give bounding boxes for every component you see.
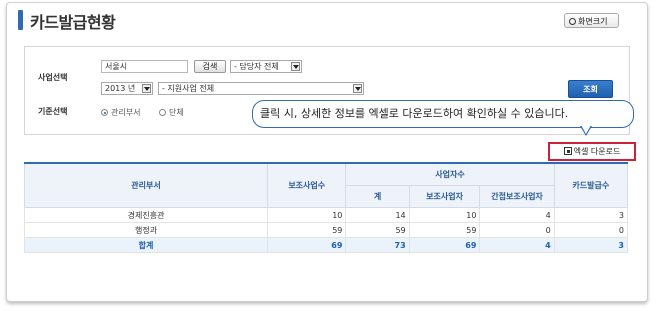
cell-indirect-operators: 0 xyxy=(479,222,555,238)
radio-group-label: 단체 xyxy=(169,108,184,117)
card-issuance-table: 관리부서 보조사업수 사업자수 카드발급수 계 보조사업자 간접보조사업자 경제… xyxy=(23,162,629,253)
table-total-row: 합계 69 73 69 4 3 xyxy=(23,237,629,253)
program-select-value: - 지원사업 전체 xyxy=(162,84,215,93)
cell-subsidy-operators: 10 xyxy=(408,207,481,223)
tooltip-tail-inner xyxy=(581,125,591,134)
business-select-label: 사업선택 xyxy=(38,73,68,82)
col-total: 계 xyxy=(345,185,410,208)
radio-dept[interactable]: 관리부서 xyxy=(101,107,140,118)
cell-total: 14 xyxy=(345,207,410,223)
table-row: 경제진흥관 10 14 10 4 3 xyxy=(23,207,629,223)
search-button[interactable]: 조회 xyxy=(568,80,613,98)
zoom-button[interactable]: 화면크기 xyxy=(564,13,619,28)
cell-dept: 경제진흥관 xyxy=(23,207,269,223)
col-dept: 관리부서 xyxy=(23,162,269,208)
col-operators: 사업자수 xyxy=(345,162,555,186)
zoom-button-label: 화면크기 xyxy=(578,17,608,26)
cell-subsidy-operators: 59 xyxy=(408,222,481,238)
cell-total: 73 xyxy=(345,237,410,253)
cell-subsidy-projects: 59 xyxy=(267,222,347,238)
cell-subsidy-operators: 69 xyxy=(408,237,481,253)
tooltip-text: 클릭 시, 상세한 정보를 엑셀로 다운로드하여 확인하실 수 있습니다. xyxy=(260,107,569,120)
page-title: 카드발급현황 xyxy=(30,13,116,32)
region-input[interactable]: 서울시 xyxy=(101,60,188,73)
excel-tooltip: 클릭 시, 상세한 정보를 엑셀로 다운로드하여 확인하실 수 있습니다. xyxy=(252,100,634,128)
cell-cards-issued: 3 xyxy=(553,207,629,223)
cell-indirect-operators: 4 xyxy=(479,207,555,223)
col-indirect-operators: 간접보조사업자 xyxy=(479,185,555,208)
chevron-down-icon xyxy=(291,62,300,71)
excel-icon xyxy=(563,147,572,155)
criteria-select-label: 기준선택 xyxy=(38,107,68,116)
cell-subsidy-projects: 69 xyxy=(267,237,347,253)
year-select-value: 2013 년 xyxy=(105,84,136,93)
cell-indirect-operators: 4 xyxy=(479,237,555,253)
cell-dept: 행정과 xyxy=(23,222,269,238)
col-cards-issued: 카드발급수 xyxy=(553,162,629,208)
excel-download-button[interactable]: 엑셀 다운로드 xyxy=(548,142,636,161)
col-subsidy-operators: 보조사업자 xyxy=(408,185,481,208)
program-select[interactable]: - 지원사업 전체 xyxy=(158,82,364,95)
col-subsidy-projects: 보조사업수 xyxy=(267,162,347,208)
radio-group[interactable]: 단체 xyxy=(159,107,184,118)
manager-select[interactable]: - 담당자 전체 xyxy=(230,60,302,73)
cell-cards-issued: 0 xyxy=(553,222,629,238)
manager-select-value: - 담당자 전체 xyxy=(234,62,279,71)
region-search-button[interactable]: 검색 xyxy=(194,60,226,73)
chevron-down-icon xyxy=(142,84,151,93)
cell-subsidy-projects: 10 xyxy=(267,207,347,223)
radio-checked-icon xyxy=(101,109,108,116)
radio-unchecked-icon xyxy=(159,109,166,116)
excel-download-label: 엑셀 다운로드 xyxy=(573,147,621,156)
magnifier-icon xyxy=(569,18,576,25)
cell-dept: 합계 xyxy=(23,237,269,253)
chevron-down-icon xyxy=(353,84,362,93)
year-select[interactable]: 2013 년 xyxy=(101,82,153,95)
cell-cards-issued: 3 xyxy=(553,237,629,253)
table-row: 행정과 59 59 59 0 0 xyxy=(23,222,629,238)
radio-dept-label: 관리부서 xyxy=(111,108,141,117)
title-accent-bar xyxy=(18,10,23,30)
cell-total: 59 xyxy=(345,222,410,238)
